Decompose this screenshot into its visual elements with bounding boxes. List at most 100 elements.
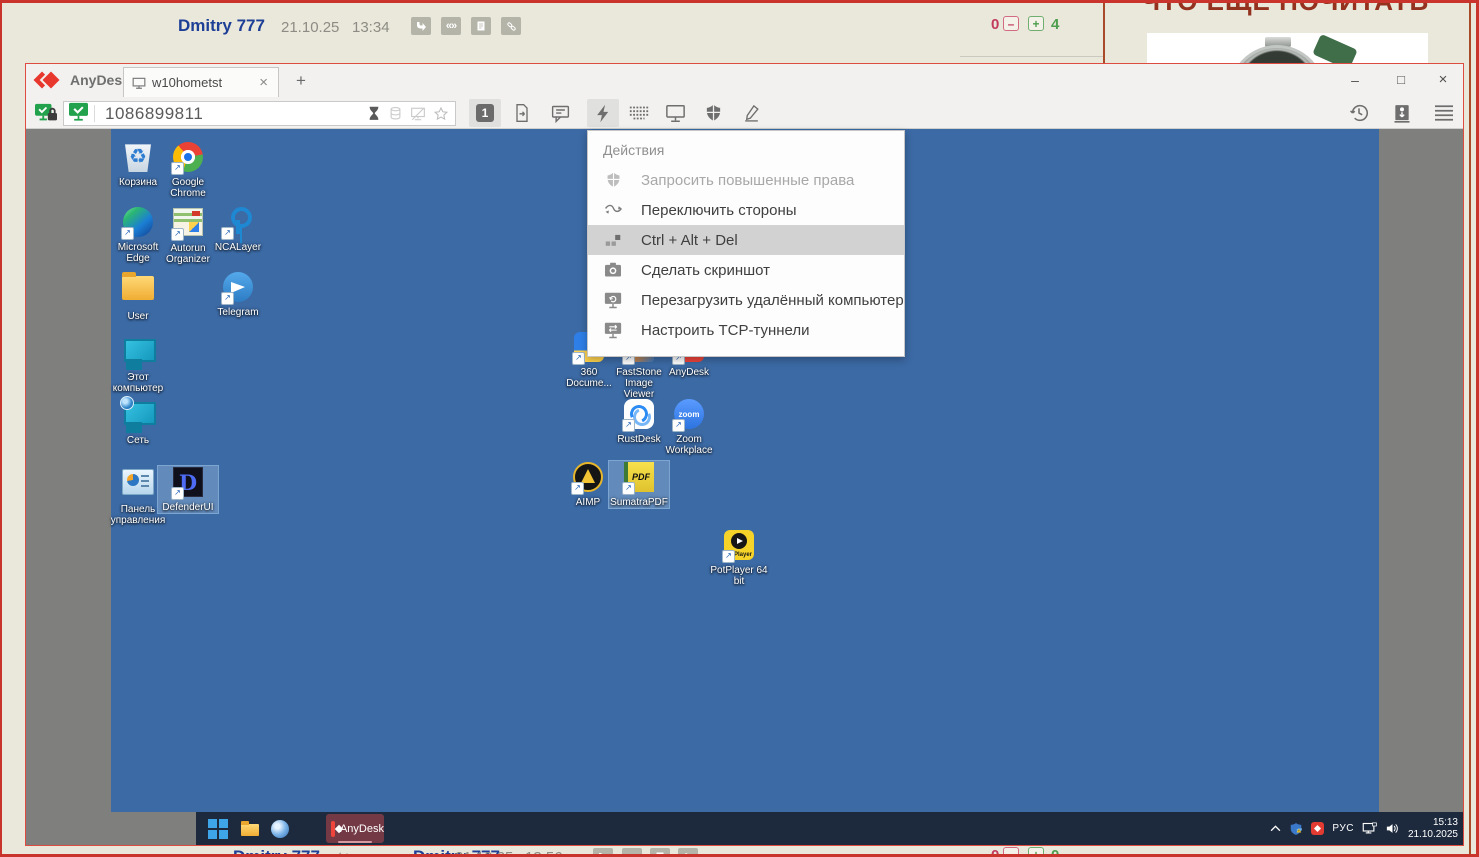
screenshot-camera-icon xyxy=(603,260,623,280)
desktop-icon-network[interactable]: Сеть xyxy=(108,399,168,446)
minimize-button[interactable]: – xyxy=(1341,64,1369,96)
lightning-icon xyxy=(594,103,613,124)
reply-button[interactable] xyxy=(411,17,431,35)
tray-chevron-icon[interactable] xyxy=(1270,825,1281,832)
monitor-icon xyxy=(132,77,146,89)
start-button[interactable] xyxy=(206,817,230,841)
tab-close-button[interactable]: × xyxy=(257,74,270,91)
page-border-left xyxy=(0,0,2,857)
session-history-button[interactable] xyxy=(1344,100,1374,126)
restart-monitor-icon xyxy=(603,290,623,310)
menu-item-tcp-tunnels[interactable]: Настроить TCP-туннели xyxy=(588,315,904,345)
database-icon[interactable] xyxy=(388,106,403,121)
file-transfer-icon xyxy=(512,103,532,123)
shield-icon xyxy=(704,103,723,123)
ctrl-alt-del-keys-icon xyxy=(603,230,623,250)
tray-display-icon[interactable] xyxy=(1362,822,1377,835)
desktop-icon-defenderui[interactable]: D DefenderUI xyxy=(158,466,218,513)
page-border-top xyxy=(0,0,1479,3)
anydesk-titlebar[interactable]: AnyDesk w10hometst × + – □ × xyxy=(26,64,1463,97)
keyboard-button[interactable] xyxy=(623,99,655,127)
permissions-button[interactable] xyxy=(697,99,729,127)
link-button[interactable] xyxy=(501,17,521,35)
switch-sides-icon xyxy=(603,200,623,220)
tray-anydesk-icon[interactable] xyxy=(1311,822,1324,835)
remote-id-value[interactable]: 1086899811 xyxy=(105,104,367,124)
tcp-tunnel-icon xyxy=(603,320,623,340)
document-icon xyxy=(475,20,487,32)
tray-date: 21.10.2025 xyxy=(1408,829,1458,841)
document-button[interactable] xyxy=(471,17,491,35)
taskbar-anydesk-button[interactable]: AnyDesk xyxy=(326,814,384,843)
content-column-divider xyxy=(1103,0,1105,63)
pen-icon xyxy=(742,103,761,123)
history-clock-icon xyxy=(1348,102,1370,124)
anydesk-brand: AnyDesk xyxy=(70,72,130,88)
keyboard-icon xyxy=(628,104,650,122)
reply-arrow-icon xyxy=(415,20,427,32)
desktop-icon-this-pc[interactable]: Этот компьютер xyxy=(108,336,168,394)
menu-item-restart-remote[interactable]: Перезагрузить удалённый компьютер xyxy=(588,285,904,315)
desktop-icon-zoom[interactable]: zoom Zoom Workplace xyxy=(659,398,719,456)
display-settings-button[interactable] xyxy=(659,99,691,127)
snipping-tool-button[interactable] xyxy=(296,841,320,845)
session-tab[interactable]: w10hometst × xyxy=(123,67,279,97)
menu-item-request-elevation[interactable]: Запросить повышенные права xyxy=(588,165,904,195)
divider-line xyxy=(960,56,1103,57)
post-author[interactable]: Dmitry 777 xyxy=(178,16,265,36)
article-watch-image[interactable]: ONEPLUS xyxy=(1147,33,1428,63)
address-book-button[interactable] xyxy=(1387,100,1417,126)
chat-icon xyxy=(550,103,571,124)
address-divider xyxy=(94,105,95,122)
downvote-button[interactable]: – xyxy=(1003,16,1019,31)
menu-item-take-screenshot[interactable]: Сделать скриншот xyxy=(588,255,904,285)
actions-menu: Действия Запросить повышенные права Пере… xyxy=(587,130,905,357)
anydesk-taskbar-icon xyxy=(331,821,335,837)
favorite-star-icon[interactable] xyxy=(433,106,449,122)
new-tab-button[interactable]: + xyxy=(289,69,313,93)
file-transfer-button[interactable] xyxy=(506,99,538,127)
anydesk-window: AnyDesk w10hometst × + – □ × 1086899811 xyxy=(25,63,1464,846)
actions-button[interactable] xyxy=(587,99,619,127)
session-tab-label: w10hometst xyxy=(152,75,257,90)
menu-item-ctrl-alt-del[interactable]: Ctrl + Alt + Del xyxy=(588,225,904,255)
page-inner-border xyxy=(1469,0,1471,857)
desktop-icon-ncalayer[interactable]: NCALayer xyxy=(208,206,268,253)
monitor-select-button[interactable]: 1 xyxy=(469,99,501,127)
main-menu-button[interactable] xyxy=(1429,100,1459,126)
anydesk-logo-icon xyxy=(36,72,62,89)
desktop-icon-user-folder[interactable]: User xyxy=(108,271,168,322)
desktop-icon-potplayer[interactable]: Player PotPlayer 64 bit xyxy=(709,529,769,587)
whiteboard-button[interactable] xyxy=(735,99,767,127)
post-time: 13:34 xyxy=(352,19,390,36)
link-icon xyxy=(505,20,518,33)
close-button[interactable]: × xyxy=(1429,64,1457,96)
browser-button[interactable] xyxy=(268,817,292,841)
quote-icon: «» xyxy=(446,20,456,32)
monitor-hidden-icon[interactable] xyxy=(410,107,426,121)
address-field[interactable]: 1086899811 xyxy=(63,101,456,126)
tray-clock[interactable]: 15:13 21.10.2025 xyxy=(1408,817,1458,841)
shield-icon xyxy=(603,170,623,190)
tray-time: 15:13 xyxy=(1408,817,1458,829)
hourglass-icon[interactable] xyxy=(367,106,381,122)
remote-monitor-ok-icon xyxy=(68,102,89,126)
desktop-icon-telegram[interactable]: Telegram xyxy=(208,271,268,318)
desktop-icon-sumatrapdf[interactable]: PDF SumatraPDF xyxy=(609,461,669,508)
remote-taskbar: AnyDesk РУС xyxy=(196,812,1463,845)
tray-language[interactable]: РУС xyxy=(1332,823,1354,834)
upvote-button[interactable]: + xyxy=(1028,16,1044,31)
chat-button[interactable] xyxy=(544,99,576,127)
post-date: 21.10.25 xyxy=(281,19,339,36)
tray-security-shield-icon[interactable] xyxy=(1289,822,1303,836)
watch-dial xyxy=(1229,45,1325,63)
watch-strap xyxy=(1312,34,1357,63)
menu-item-switch-sides[interactable]: Переключить стороны xyxy=(588,195,904,225)
tray-volume-icon[interactable] xyxy=(1385,822,1400,835)
hamburger-menu-icon xyxy=(1433,104,1455,122)
quote-button[interactable]: «» xyxy=(441,17,461,35)
file-explorer-button[interactable] xyxy=(238,817,262,841)
desktop-icon-chrome[interactable]: Google Chrome xyxy=(158,141,218,199)
maximize-button[interactable]: □ xyxy=(1387,64,1415,96)
downvote-count: 0 xyxy=(991,16,999,33)
